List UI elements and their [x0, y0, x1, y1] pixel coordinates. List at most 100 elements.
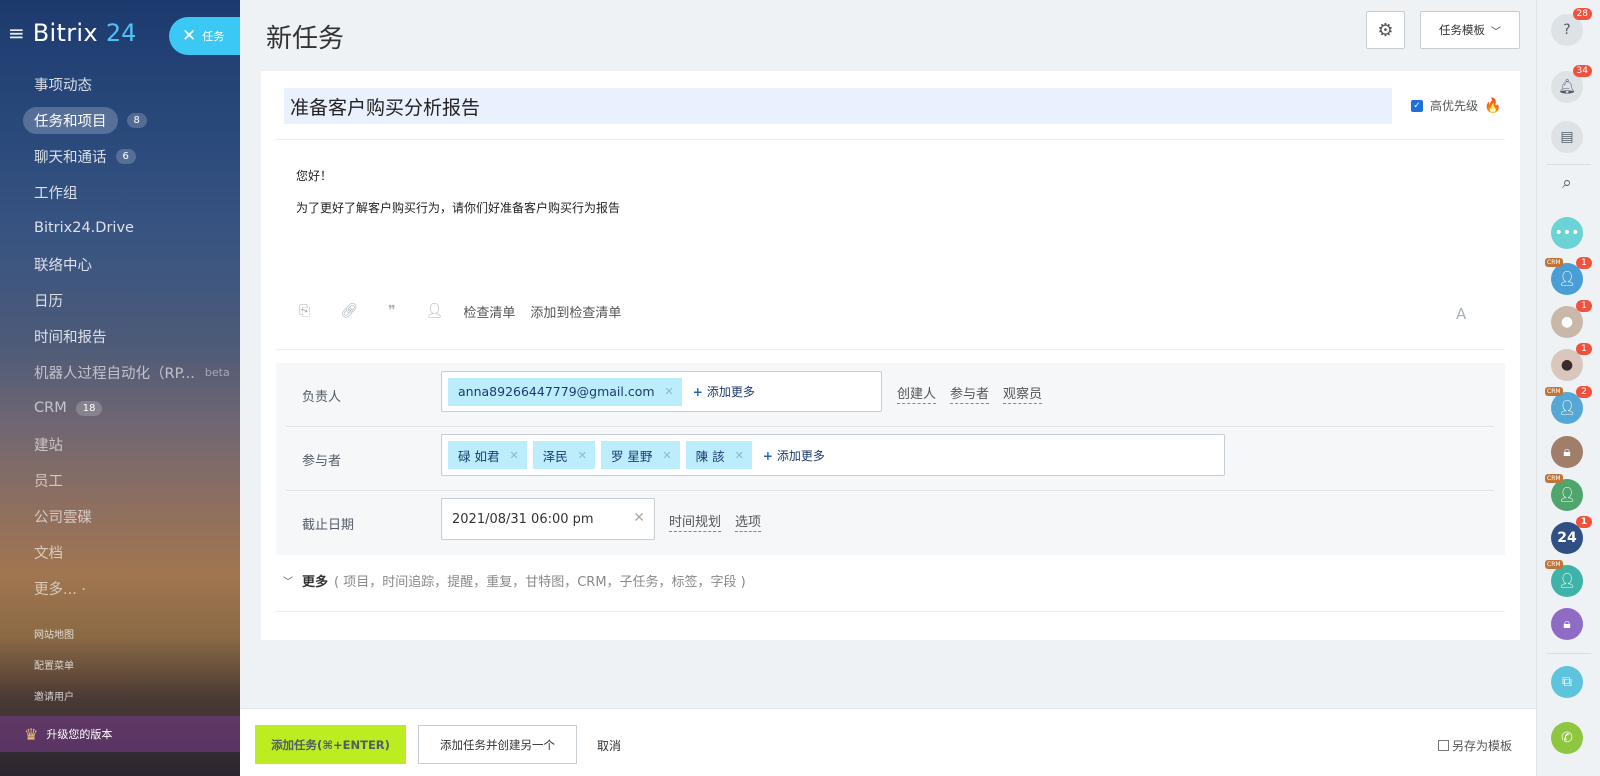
brand-name: Bitrix: [32, 19, 98, 47]
sidebar-item-sites[interactable]: 建站: [0, 426, 240, 462]
remove-icon[interactable]: ✕: [665, 385, 674, 398]
sidebar-item-feed[interactable]: 事项动态: [0, 66, 240, 102]
divider: [1547, 653, 1591, 654]
user-chip[interactable]: 陳 該 ✕: [685, 441, 752, 469]
recent-contact[interactable]: 👤︎ CRM 1: [1545, 257, 1592, 295]
add-to-checklist-button[interactable]: 添加到检查清单: [530, 302, 621, 321]
sidebar-item-rpa[interactable]: 机器人过程自动化（RP... beta: [0, 354, 240, 390]
user-chip[interactable]: anna89266447779@gmail.com ✕: [448, 377, 682, 406]
participants-link[interactable]: 参与者: [950, 387, 990, 404]
field-label: 截止日期: [302, 518, 355, 533]
sidebar-item-employees[interactable]: 员工: [0, 462, 240, 498]
recent-contact[interactable]: 👤︎ CRM 2: [1545, 386, 1592, 424]
sidebar-item-tasks[interactable]: 任务和项目 8: [0, 102, 240, 138]
add-task-button[interactable]: 添加任务(⌘+ENTER): [255, 725, 406, 764]
add-more-link[interactable]: + 添加更多: [693, 383, 755, 400]
new-chat-button[interactable]: ⧉: [1551, 666, 1583, 698]
notification-badge: 1: [1576, 516, 1592, 528]
clear-icon[interactable]: ✕: [633, 510, 645, 526]
upgrade-button[interactable]: ♛ 升级您的版本: [0, 716, 240, 752]
cancel-button[interactable]: 取消: [597, 737, 621, 754]
priority-toggle[interactable]: ✓ 高优先级 🔥: [1411, 97, 1501, 114]
sidebar-item-label: 日历: [34, 293, 63, 310]
lock-icon: 🔒︎: [1563, 444, 1571, 460]
sidebar-item-crm[interactable]: CRM 18: [0, 390, 240, 426]
task-template-label: 任务模板: [1439, 23, 1485, 37]
left-sidebar: ≡ Bitrix 24 ✕ 任务 事项动态 任务和项目 8 聊天和通话 6 工作组 …: [0, 0, 240, 776]
add-and-create-another-button[interactable]: 添加任务并创建另一个: [418, 725, 577, 764]
messages-button[interactable]: ▤: [1551, 121, 1583, 153]
sitemap-link[interactable]: 网站地图: [34, 626, 74, 657]
mention-user-icon[interactable]: 👤︎: [426, 303, 444, 319]
add-more-link[interactable]: + 添加更多: [763, 447, 825, 464]
remove-icon[interactable]: ✕: [578, 449, 587, 462]
user-chip-label: 罗 星野: [610, 448, 653, 464]
sidebar-item-calendar[interactable]: 日历: [0, 282, 240, 318]
attach-file-icon[interactable]: ⎘: [299, 303, 310, 319]
time-planning-link[interactable]: 时间规划: [669, 515, 722, 532]
search-button[interactable]: ⌕: [1551, 167, 1583, 199]
quote-icon[interactable]: ❞: [388, 303, 396, 319]
save-as-template-toggle[interactable]: 另存为模板: [1438, 737, 1512, 754]
copy-icon: ⧉: [1562, 674, 1572, 690]
recent-contact[interactable]: 👤︎ CRM: [1545, 474, 1583, 511]
creator-link[interactable]: 创建人: [897, 387, 937, 404]
text-format-icon[interactable]: A: [1456, 305, 1466, 323]
recent-contact[interactable]: 24 1: [1551, 516, 1592, 554]
task-title-input[interactable]: 准备客户购买分析报告: [284, 88, 1392, 124]
priority-checkbox[interactable]: ✓: [1411, 99, 1423, 112]
help-button[interactable]: ? 28: [1551, 8, 1592, 46]
sidebar-item-contact-center[interactable]: 联络中心: [0, 246, 240, 282]
sidebar-item-workgroups[interactable]: 工作组: [0, 174, 240, 210]
user-chip[interactable]: 罗 星野 ✕: [600, 441, 680, 469]
recent-contact[interactable]: ● 1: [1551, 343, 1592, 381]
task-template-button[interactable]: 任务模板 ﹀: [1420, 11, 1520, 49]
remove-icon[interactable]: ✕: [735, 449, 744, 462]
task-card: 准备客户购买分析报告 ✓ 高优先级 🔥 您好！ 为了更好了解客户购买行为，请你们…: [261, 71, 1520, 640]
user-chip[interactable]: 碌 如君 ✕: [448, 441, 527, 469]
options-link[interactable]: 选项: [735, 515, 762, 532]
deadline-value: 2021/08/31 06:00 pm: [452, 511, 594, 527]
configure-menu-link[interactable]: 配置菜单: [34, 657, 74, 688]
add-more-label: 添加更多: [706, 385, 755, 399]
user-icon: 👤︎: [1558, 573, 1576, 589]
deadline-input[interactable]: 2021/08/31 06:00 pm ✕: [441, 498, 655, 540]
sidebar-item-label: 员工: [34, 473, 63, 490]
responsible-selector[interactable]: anna89266447779@gmail.com ✕ + 添加更多: [441, 371, 882, 412]
observers-link[interactable]: 观察员: [1003, 387, 1043, 404]
user-icon: 👤︎: [1558, 487, 1576, 503]
more-toggle[interactable]: ﹀ 更多 ( 项目，时间追踪，提醒，重复，甘特图，CRM，子任务，标签，字段 ): [283, 571, 746, 590]
menu-icon[interactable]: ≡: [8, 21, 25, 45]
sidebar-item-chat[interactable]: 聊天和通话 6: [0, 138, 240, 174]
task-description-editor[interactable]: 您好！ 为了更好了解客户购买行为，请你们好准备客户购买行为报告: [296, 160, 620, 224]
role-links: 创建人 参与者 观察员: [897, 387, 1056, 404]
search-icon: ⌕: [1562, 173, 1572, 193]
user-chip-label: 泽民: [542, 448, 568, 464]
remove-icon[interactable]: ✕: [509, 449, 518, 462]
participants-selector[interactable]: 碌 如君 ✕ 泽民 ✕ 罗 星野 ✕ 陳 該 ✕ + 添加更多: [441, 434, 1225, 476]
logo[interactable]: ≡ Bitrix 24: [8, 18, 136, 48]
field-label: 参与者: [302, 454, 342, 469]
sidebar-item-drive[interactable]: Bitrix24.Drive: [0, 210, 240, 246]
user-icon: 👤︎: [1558, 400, 1576, 416]
user-chip[interactable]: 泽民 ✕: [532, 441, 595, 469]
remove-icon[interactable]: ✕: [662, 449, 671, 462]
sidebar-item-time-reports[interactable]: 时间和报告: [0, 318, 240, 354]
call-button[interactable]: ✆: [1551, 722, 1583, 754]
checklist-button[interactable]: 检查清单: [463, 302, 515, 321]
recent-contact[interactable]: 👤︎ CRM: [1545, 560, 1583, 597]
settings-button[interactable]: ⚙: [1366, 11, 1405, 49]
close-slider-button[interactable]: ✕ 任务: [169, 17, 240, 55]
notifications-button[interactable]: 🔔︎ 34: [1551, 65, 1592, 103]
invite-users-link[interactable]: 邀请用户: [34, 688, 74, 719]
plus-icon: +: [692, 385, 703, 399]
sidebar-item-more[interactable]: 更多... ·: [0, 570, 240, 606]
save-template-checkbox[interactable]: [1438, 740, 1449, 751]
recent-contact[interactable]: ● 1: [1551, 300, 1592, 338]
sidebar-item-company-drive[interactable]: 公司雲碟: [0, 498, 240, 534]
link-icon[interactable]: 🔗︎: [340, 303, 358, 319]
sidebar-item-documents[interactable]: 文档: [0, 534, 240, 570]
recent-contact[interactable]: 🔒︎: [1551, 608, 1583, 640]
open-lines-button[interactable]: •••: [1551, 217, 1583, 249]
recent-contact[interactable]: 🔒︎: [1551, 436, 1583, 468]
